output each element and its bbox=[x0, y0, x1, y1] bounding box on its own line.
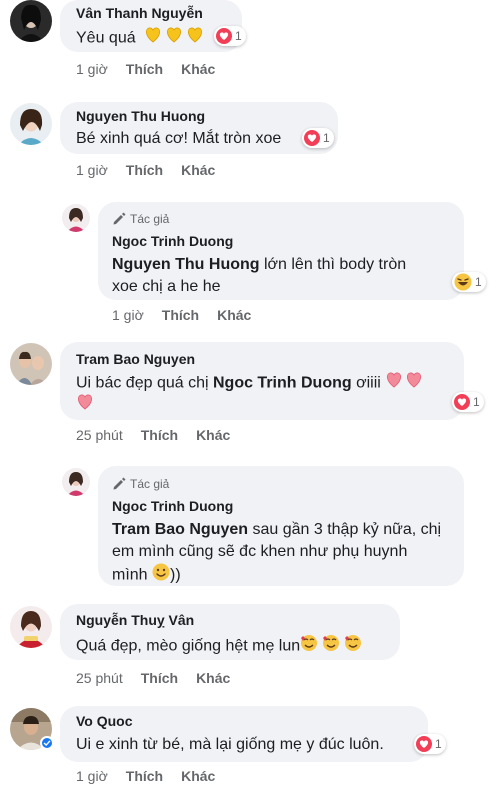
like-link[interactable]: Thích bbox=[141, 427, 178, 443]
avatar[interactable] bbox=[62, 204, 90, 232]
heart-icon bbox=[216, 28, 232, 44]
commenter-name[interactable]: Vo Quoc bbox=[76, 713, 133, 729]
more-link[interactable]: Khác bbox=[181, 768, 215, 784]
comment-time[interactable]: 1 giờ bbox=[76, 162, 108, 178]
reaction-badge[interactable]: 1 bbox=[452, 392, 484, 412]
comment-text-line: lớn lên thì body tròn bbox=[259, 256, 407, 273]
comment-text-post: ơiiii bbox=[351, 374, 381, 392]
author-tag-label: Tác giả bbox=[130, 212, 170, 226]
comment-time[interactable]: 1 giờ bbox=[76, 61, 108, 77]
comment-text-line: mình bbox=[112, 566, 148, 584]
heart-icon bbox=[416, 736, 432, 752]
comment-actions: 25 phút Thích Khác bbox=[76, 427, 248, 443]
comment-text-pre: Ui bác đẹp quá chị bbox=[76, 374, 213, 392]
comment-text: Yêu quá bbox=[76, 26, 206, 51]
verified-badge-icon bbox=[40, 736, 54, 750]
comment-text: Ui bác đẹp quá chị Ngoc Trinh Duong ơiii… bbox=[76, 371, 423, 396]
like-link[interactable]: Thích bbox=[141, 670, 178, 686]
reaction-badge[interactable]: 1 bbox=[452, 272, 486, 292]
comment-time[interactable]: 1 giờ bbox=[76, 768, 108, 784]
smiling-face-icon bbox=[152, 563, 170, 588]
comment-text: Bé xinh quá cơ! Mắt tròn xoe bbox=[76, 130, 282, 147]
comment-text-content: Yêu quá bbox=[76, 29, 136, 47]
comment-text-content: Quá đẹp, mèo giống hệt mẹ lun bbox=[76, 637, 301, 655]
laughing-emoji-icon bbox=[454, 273, 472, 291]
reaction-count: 1 bbox=[475, 275, 482, 289]
reaction-count: 1 bbox=[473, 395, 480, 409]
yellow-heart-icon bbox=[144, 26, 206, 51]
more-link[interactable]: Khác bbox=[196, 427, 230, 443]
pencil-icon bbox=[113, 477, 126, 490]
comment-time[interactable]: 25 phút bbox=[76, 427, 123, 443]
like-link[interactable]: Thích bbox=[162, 307, 199, 323]
growing-heart-icon bbox=[76, 393, 94, 418]
comment-actions: 25 phút Thích Khác bbox=[76, 670, 248, 686]
comment-time[interactable]: 25 phút bbox=[76, 670, 123, 686]
more-link[interactable]: Khác bbox=[181, 61, 215, 77]
more-link[interactable]: Khác bbox=[196, 670, 230, 686]
like-link[interactable]: Thích bbox=[126, 768, 163, 784]
commenter-name[interactable]: Vân Thanh Nguyễn bbox=[76, 5, 203, 21]
reaction-count: 1 bbox=[235, 29, 242, 43]
commenter-name[interactable]: Ngoc Trinh Duong bbox=[112, 498, 233, 514]
comment-text-end: )) bbox=[170, 566, 181, 584]
comment-text-line: em mình cũng sẽ đc khen như phụ huynh bbox=[112, 543, 408, 560]
comment-text: Nguyen Thu Huong lớn lên thì body tròn x… bbox=[112, 254, 406, 298]
reaction-count: 1 bbox=[435, 737, 442, 751]
reaction-badge[interactable]: 1 bbox=[302, 128, 334, 148]
like-link[interactable]: Thích bbox=[126, 162, 163, 178]
avatar[interactable] bbox=[62, 468, 90, 496]
like-link[interactable]: Thích bbox=[126, 61, 163, 77]
smiling-face-with-hearts-icon bbox=[300, 634, 362, 659]
avatar[interactable] bbox=[10, 606, 52, 648]
reaction-badge[interactable]: 1 bbox=[214, 26, 246, 46]
mention-link[interactable]: Ngoc Trinh Duong bbox=[213, 375, 352, 392]
comment-text-line: xoe chị a he he bbox=[112, 278, 221, 295]
avatar[interactable] bbox=[10, 0, 52, 42]
comment-text: Tram Bao Nguyen sau gần 3 thập kỷ nữa, c… bbox=[112, 519, 441, 588]
commenter-name[interactable]: Tram Bao Nguyen bbox=[76, 351, 195, 367]
comment-actions: 1 giờ Thích Khác bbox=[76, 768, 233, 784]
comment-actions: 1 giờ Thích Khác bbox=[112, 307, 269, 323]
mention-link[interactable]: Nguyen Thu Huong bbox=[112, 256, 260, 273]
comment-text: Quá đẹp, mèo giống hệt mẹ lun bbox=[76, 634, 362, 659]
comment-actions: 1 giờ Thích Khác bbox=[76, 162, 233, 178]
commenter-name[interactable]: Nguyen Thu Huong bbox=[76, 108, 205, 124]
avatar[interactable] bbox=[10, 343, 52, 385]
commenter-name[interactable]: Ngoc Trinh Duong bbox=[112, 233, 233, 249]
comment-text-line: sau gần 3 thập kỷ nữa, chị bbox=[248, 521, 442, 538]
pencil-icon bbox=[113, 212, 126, 225]
avatar[interactable] bbox=[10, 103, 52, 145]
comment-actions: 1 giờ Thích Khác bbox=[76, 61, 233, 77]
more-link[interactable]: Khác bbox=[181, 162, 215, 178]
author-tag: Tác giả bbox=[112, 477, 169, 491]
heart-icon bbox=[304, 130, 320, 146]
mention-link[interactable]: Tram Bao Nguyen bbox=[112, 521, 248, 538]
reaction-badge[interactable]: 1 bbox=[414, 734, 446, 754]
growing-heart-icon bbox=[385, 371, 423, 396]
author-tag: Tác giả bbox=[112, 212, 169, 226]
reaction-count: 1 bbox=[323, 131, 330, 145]
comment-text: Ui e xinh từ bé, mà lại giống mẹ y đúc l… bbox=[76, 736, 384, 753]
more-link[interactable]: Khác bbox=[217, 307, 251, 323]
comment-text-line bbox=[76, 393, 94, 418]
author-tag-label: Tác giả bbox=[130, 477, 170, 491]
commenter-name[interactable]: Nguyễn Thuỵ Vân bbox=[76, 612, 194, 628]
comment-time[interactable]: 1 giờ bbox=[112, 307, 144, 323]
heart-icon bbox=[454, 394, 470, 410]
